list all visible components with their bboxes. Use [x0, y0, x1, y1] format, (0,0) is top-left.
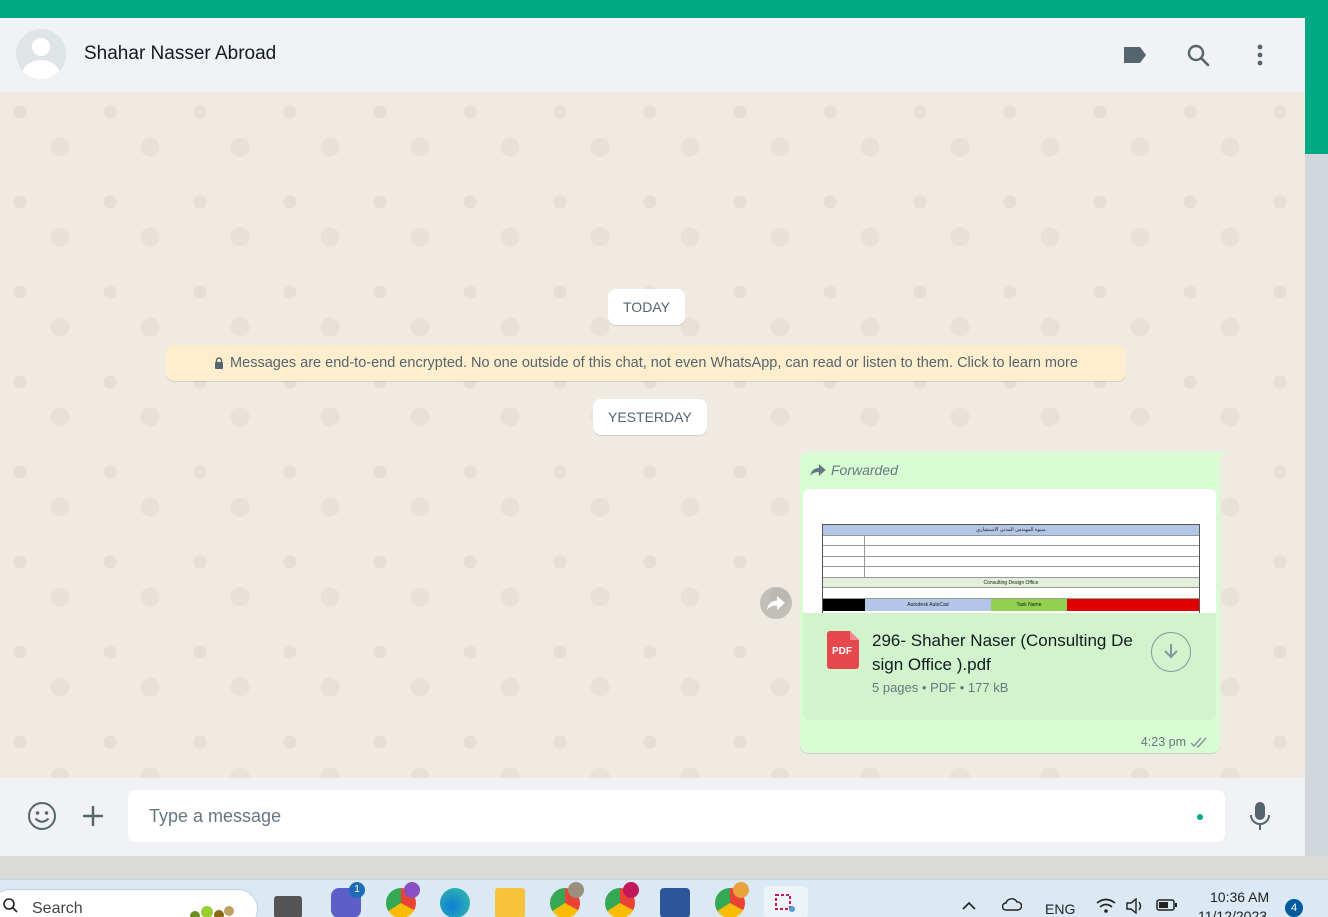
preview-color-row: Autodesk AutoCad Task Name — [823, 598, 1199, 611]
file-name: 296- Shaher Naser (Consulting Design Off… — [872, 631, 1133, 674]
attach-plus-icon[interactable] — [77, 800, 109, 832]
microphone-icon[interactable] — [1244, 800, 1276, 832]
chrome-extra-icon[interactable] — [715, 882, 749, 917]
search-highlight-icon — [187, 902, 237, 917]
preview-row-label — [823, 556, 865, 566]
wifi-icon[interactable] — [1096, 898, 1116, 917]
label-icon[interactable] — [1120, 40, 1150, 70]
chrome-icon[interactable] — [550, 882, 584, 917]
pdf-file-icon: PDF — [827, 631, 859, 669]
encryption-notice[interactable]: Messages are end-to-end encrypted. No on… — [166, 345, 1126, 381]
download-icon — [1164, 644, 1178, 659]
windows-taskbar: Search 1 ENG 10:36 AM 11/12/2023 4 — [0, 879, 1328, 917]
preview-office-row: Consulting Design Office — [823, 577, 1199, 588]
whatsapp-chat-window: Shahar Nasser Abroad TODAY Messages are … — [0, 18, 1305, 856]
chrome-profile-badge-icon — [404, 882, 420, 898]
date-divider-today: TODAY — [608, 289, 685, 325]
task-view-icon[interactable] — [274, 896, 302, 917]
chat-header: Shahar Nasser Abroad — [0, 18, 1305, 92]
volume-icon[interactable] — [1126, 897, 1146, 917]
message-composer — [0, 778, 1305, 856]
avatar-body — [22, 60, 60, 79]
preview-row-label — [823, 535, 865, 545]
document-attachment[interactable]: منيوة المهندس المدني الاستشاري Consultin… — [803, 489, 1216, 720]
file-size: 177 kB — [967, 680, 1009, 695]
input-status-dot — [1197, 814, 1203, 820]
avatar-head — [32, 38, 50, 56]
chrome-profile-badge-icon — [623, 882, 639, 898]
forward-icon — [767, 596, 785, 610]
date-divider-yesterday: YESTERDAY — [593, 399, 707, 435]
teams-icon[interactable]: 1 — [331, 882, 365, 917]
snipping-tool-icon[interactable] — [764, 886, 808, 917]
clock-date[interactable]: 11/12/2023 — [1198, 908, 1267, 917]
download-button[interactable] — [1151, 632, 1191, 672]
contact-name[interactable]: Shahar Nasser Abroad — [84, 43, 276, 65]
file-pages: 5 pages — [872, 680, 919, 695]
teams-badge: 1 — [349, 882, 365, 898]
preview-row — [823, 567, 1199, 578]
preview-header-row — [823, 588, 1199, 599]
window-edge — [1305, 154, 1328, 856]
taskbar-search[interactable]: Search — [0, 889, 258, 917]
edge-icon[interactable] — [440, 888, 470, 917]
forward-message-button[interactable] — [760, 587, 792, 619]
double-check-icon — [1190, 737, 1207, 748]
window-edge-accent — [1305, 18, 1328, 154]
preview-cell-task: Task Name — [991, 598, 1067, 611]
document-preview[interactable]: منيوة المهندس المدني الاستشاري Consultin… — [803, 489, 1216, 613]
taskbar-search-label: Search — [32, 900, 83, 917]
search-icon — [2, 897, 18, 917]
clock-time[interactable]: 10:36 AM — [1210, 889, 1269, 905]
message-list[interactable]: TODAY Messages are end-to-end encrypted.… — [0, 92, 1305, 778]
pdf-badge-text: PDF — [832, 646, 852, 657]
contact-avatar[interactable] — [16, 29, 66, 79]
chrome-profile-badge-icon — [568, 882, 584, 898]
onedrive-icon[interactable] — [1001, 897, 1023, 914]
window-top-bar — [0, 0, 1328, 18]
menu-icon[interactable] — [1245, 40, 1275, 70]
message-input[interactable] — [128, 790, 1225, 842]
forwarded-icon — [810, 464, 826, 476]
forwarded-indicator: Forwarded — [810, 462, 898, 478]
preview-row — [823, 535, 1199, 546]
emoji-icon[interactable] — [26, 800, 58, 832]
message-timestamp: 4:23 pm — [1141, 735, 1208, 749]
show-hidden-icons-icon[interactable] — [962, 898, 976, 914]
preview-cell-black — [823, 598, 865, 611]
file-meta: 5 pages • PDF • 177 kB — [872, 680, 1008, 695]
chrome-profile-icon[interactable] — [386, 882, 420, 917]
encryption-notice-text: Messages are end-to-end encrypted. No on… — [230, 355, 1078, 371]
preview-row-label — [823, 567, 865, 577]
message-time: 4:23 pm — [1140, 735, 1186, 749]
file-type: PDF — [930, 680, 957, 695]
meta-separator: • — [921, 680, 927, 695]
lock-icon — [215, 357, 224, 369]
preview-title-row: منيوة المهندس المدني الاستشاري — [823, 525, 1199, 536]
notification-badge[interactable]: 4 — [1285, 899, 1303, 917]
meta-separator: • — [959, 680, 965, 695]
preview-row-label — [823, 546, 865, 556]
document-preview-table: منيوة المهندس المدني الاستشاري Consultin… — [822, 524, 1200, 613]
word-icon[interactable] — [660, 888, 690, 917]
forwarded-label: Forwarded — [831, 462, 898, 478]
preview-cell-red — [1067, 598, 1199, 611]
chrome-work-icon[interactable] — [605, 882, 639, 917]
preview-cell-app: Autodesk AutoCad — [865, 598, 991, 611]
preview-row — [823, 556, 1199, 567]
file-explorer-icon[interactable] — [495, 888, 525, 917]
language-indicator[interactable]: ENG — [1045, 901, 1075, 917]
outgoing-message[interactable]: Forwarded منيوة المهندس المدني الاستشاري… — [800, 452, 1220, 753]
chrome-profile-badge-icon — [733, 882, 749, 898]
document-info[interactable]: PDF 296- Shaher Naser (Consulting Design… — [803, 613, 1216, 720]
battery-icon[interactable] — [1156, 898, 1178, 915]
preview-row — [823, 546, 1199, 557]
search-icon[interactable] — [1183, 40, 1213, 70]
